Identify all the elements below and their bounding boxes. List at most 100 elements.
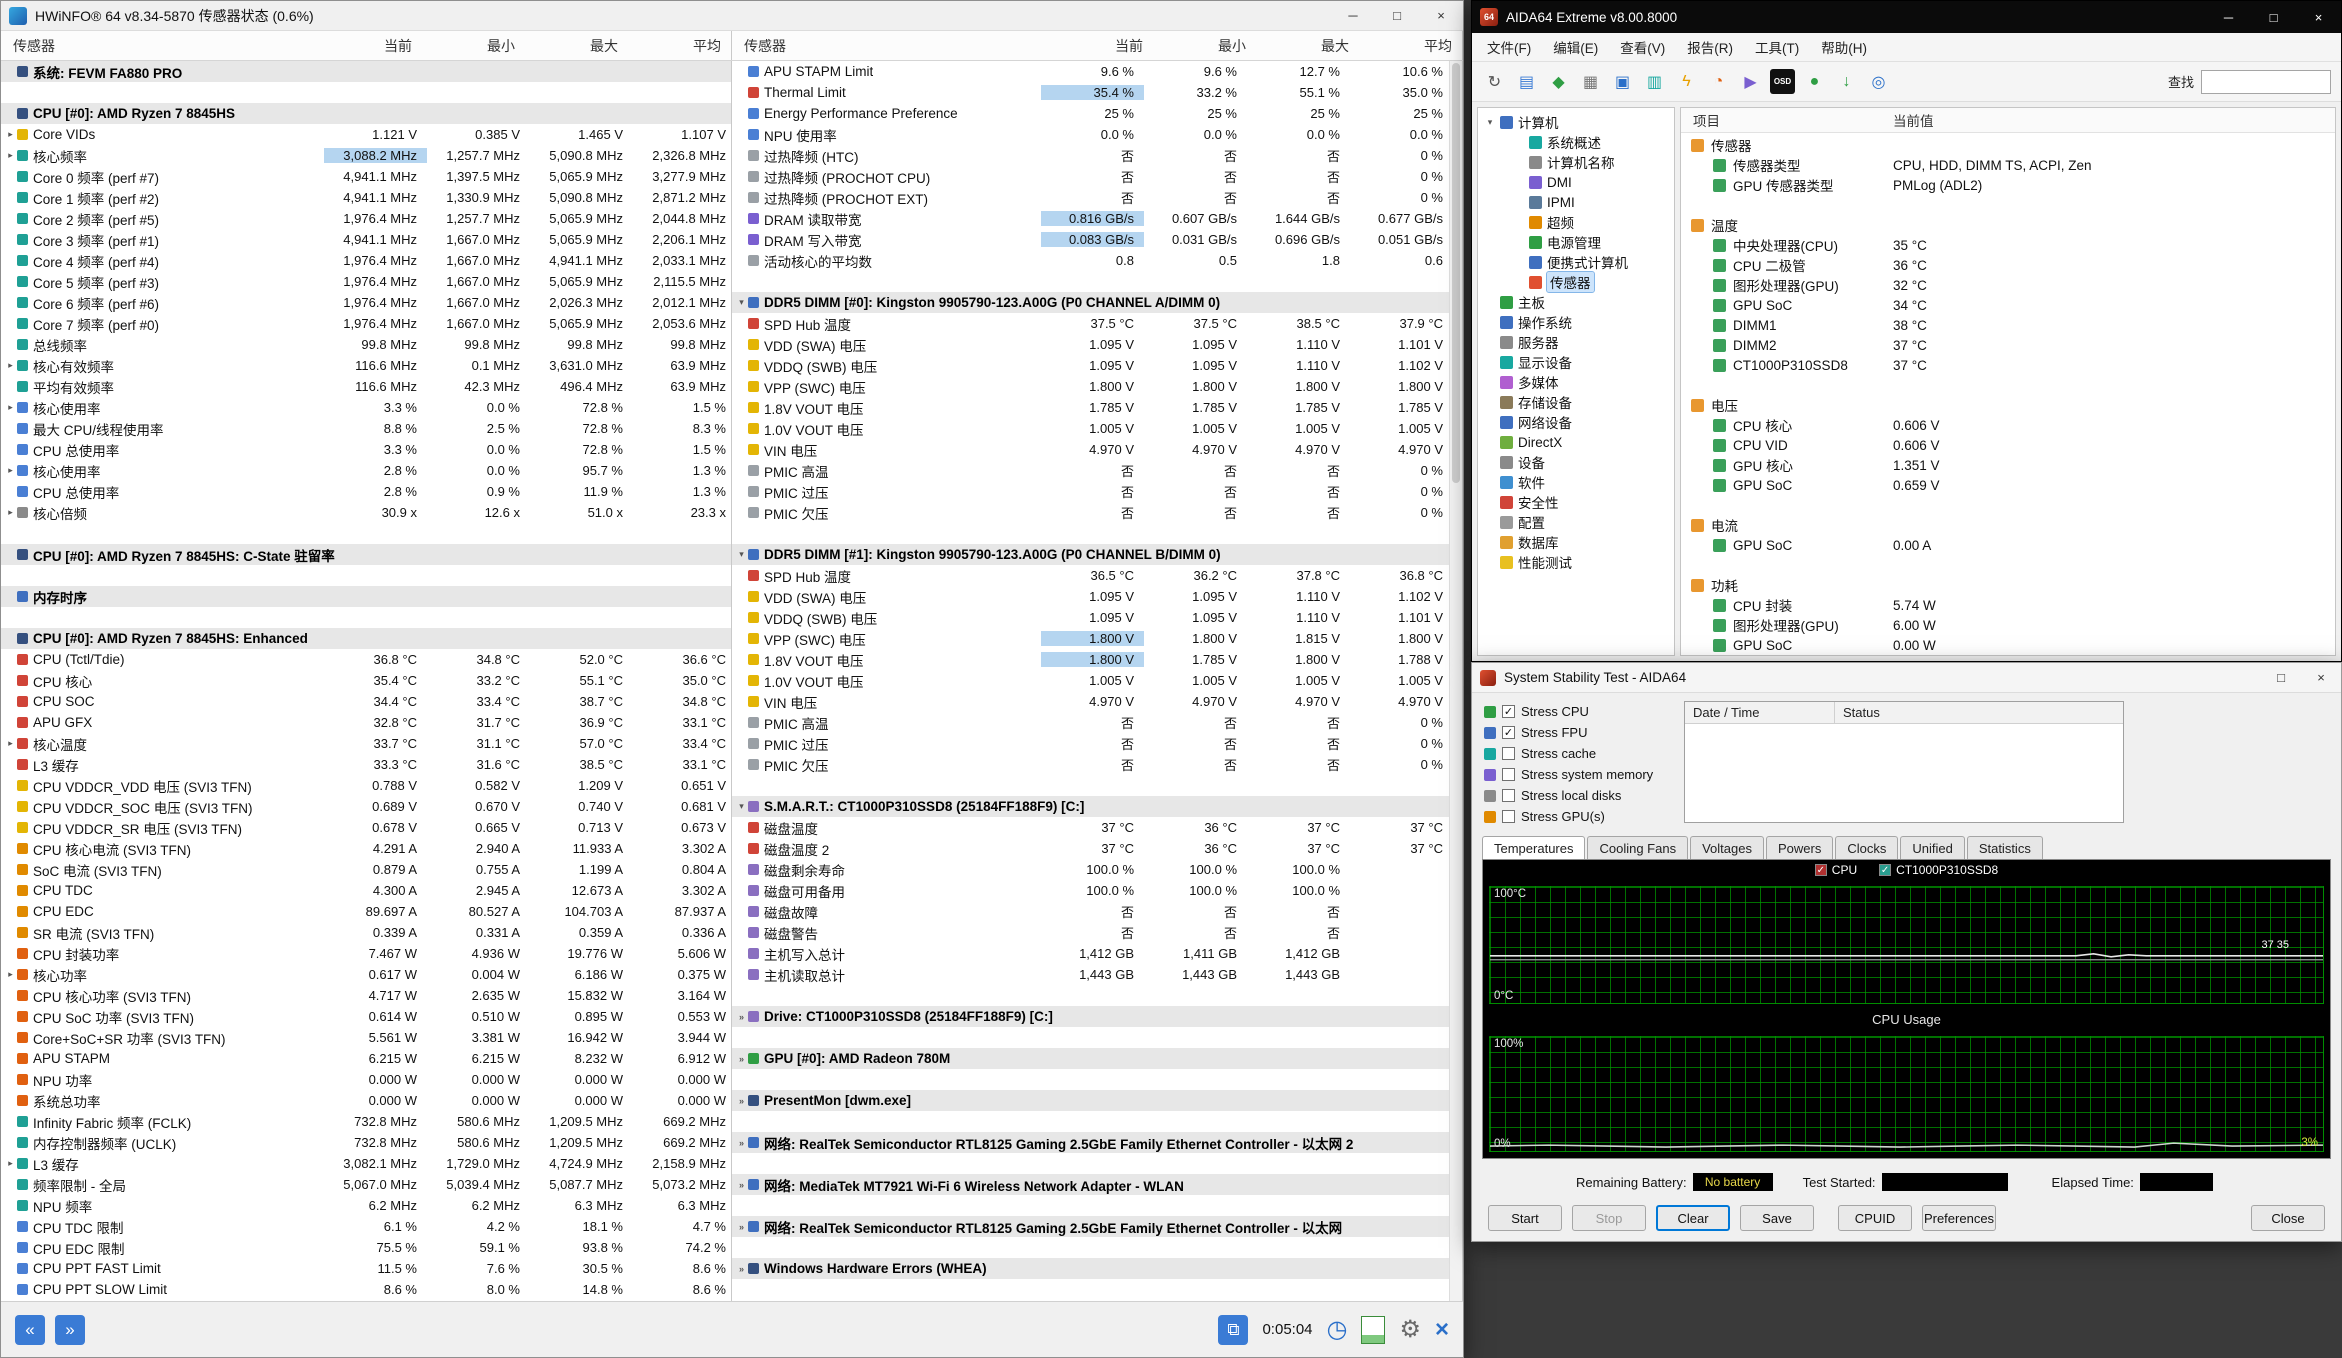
sensor-row[interactable]: CPU 核心电流 (SVI3 TFN) 4.291 A 2.940 A 11.933 … (1, 838, 731, 859)
sensor-row[interactable]: ▸ 核心功率 0.617 W 0.004 W 6.186 W 0.375 W (1, 964, 731, 985)
sensor-row[interactable]: CPU PPT SLOW Limit 8.6 % 8.0 % 14.8 % 8.6 % (1, 1279, 731, 1300)
scrollbar[interactable] (1449, 61, 1462, 1301)
sensor-row[interactable]: Core 0 频率 (perf #7) 4,941.1 MHz 1,397.5 MH… (1, 166, 731, 187)
sensor-row[interactable]: SoC 电流 (SVI3 TFN) 0.879 A 0.755 A 1.199 A 0.… (1, 859, 731, 880)
sensor-section-row[interactable]: ▾ S.M.A.R.T.: CT1000P310SSD8 (25184FF188F… (732, 796, 1462, 817)
clock-icon[interactable]: ◷ (1327, 1317, 1348, 1342)
stress-cache-checkbox[interactable] (1502, 747, 1515, 760)
sensor-row[interactable]: DRAM 读取带宽 0.816 GB/s 0.607 GB/s 1.644 GB/s 0… (732, 208, 1462, 229)
sensor-row[interactable]: 1.0V VOUT 电压 1.005 V 1.005 V 1.005 V 1.005 V (732, 670, 1462, 691)
sensor-row[interactable]: CPU VDDCR_SOC 电压 (SVI3 TFN) 0.689 V 0.670 … (1, 796, 731, 817)
legend-cpu-checkbox[interactable]: ✓ (1814, 864, 1827, 876)
tree-item-computer[interactable]: ▾ 计算机 (1478, 112, 1674, 132)
tree-item-sensor[interactable]: 传感器 (1478, 271, 1674, 293)
sensor-row[interactable]: PMIC 高温 否 否 否 0 % (732, 712, 1462, 733)
sensor-row[interactable]: Core 7 频率 (perf #0) 1,976.4 MHz 1,667.0 MH… (1, 313, 731, 334)
sensor-row[interactable]: CPU 核心 35.4 °C 33.2 °C 55.1 °C 35.0 °C (1, 670, 731, 691)
maximize-button[interactable]: □ (2261, 663, 2301, 692)
sensor-row[interactable]: 主机写入总计 1,412 GB 1,411 GB 1,412 GB (732, 943, 1462, 964)
sensor-row[interactable]: ▸ 核心使用率 3.3 % 0.0 % 72.8 % 1.5 % (1, 397, 731, 418)
legend-ct1000p310ssd8-checkbox[interactable]: ✓ (1879, 864, 1892, 876)
table-header-status[interactable]: Status (1835, 705, 1880, 720)
expand-icon[interactable]: » (735, 1012, 748, 1022)
search-icon[interactable]: ◎ (1866, 69, 1891, 94)
tree-item-os[interactable]: 操作系统 (1478, 312, 1674, 332)
sensor-row[interactable]: PMIC 欠压 否 否 否 0 % (732, 502, 1462, 523)
sensor-row[interactable]: Core 4 频率 (perf #4) 1,976.4 MHz 1,667.0 MH… (1, 250, 731, 271)
sensor-section-row[interactable]: 内存时序 (1, 586, 731, 607)
stress-disks-checkbox[interactable] (1502, 789, 1515, 802)
sensor-row[interactable]: 过热降频 (PROCHOT CPU) 否 否 否 0 % (732, 166, 1462, 187)
column-header-maximum[interactable]: 最大 (525, 36, 628, 56)
content-group-row[interactable]: 传感器 (1681, 135, 2335, 155)
expand-icon[interactable]: » (735, 1054, 748, 1064)
arrows-right-icon[interactable]: » (55, 1314, 85, 1345)
sensor-row[interactable]: VDD (SWA) 电压 1.095 V 1.095 V 1.110 V 1.101 V (732, 334, 1462, 355)
sensor-row[interactable]: APU STAPM 6.215 W 6.215 W 8.232 W 6.912 W (1, 1048, 731, 1069)
column-header-current[interactable]: 当前 (319, 36, 422, 56)
expand-icon[interactable]: ▸ (4, 969, 17, 980)
sensor-row[interactable]: VDD (SWA) 电压 1.095 V 1.095 V 1.110 V 1.102 V (732, 586, 1462, 607)
tab-powers[interactable]: Powers (1765, 836, 1834, 859)
stress-cpu-checkbox[interactable]: ✓ (1502, 705, 1515, 718)
content-group-row[interactable]: 温度 (1681, 215, 2335, 235)
content-item-row[interactable]: GPU 核心 1.351 V (1681, 455, 2335, 475)
monitor-icon[interactable]: ▣ (1610, 69, 1635, 94)
sensor-row[interactable]: 主机读取总计 1,443 GB 1,443 GB 1,443 GB (732, 964, 1462, 985)
start-button[interactable]: Start (1488, 1205, 1562, 1231)
sensor-row[interactable]: 活动核心的平均数 0.8 0.5 1.8 0.6 (732, 250, 1462, 271)
content-item-row[interactable]: GPU SoC 0.00 A (1681, 535, 2335, 555)
tree-item-server[interactable]: 服务器 (1478, 332, 1674, 352)
sensor-row[interactable]: 最大 CPU/线程使用率 8.8 % 2.5 % 72.8 % 8.3 % (1, 418, 731, 439)
sensor-section-row[interactable]: ▾ DDR5 DIMM [#1]: Kingston 9905790-123.A0… (732, 544, 1462, 565)
close-button[interactable]: Close (2251, 1205, 2325, 1231)
sensor-row[interactable]: CPU 封装功率 7.467 W 4.936 W 19.776 W 5.606 W (1, 943, 731, 964)
benchmark-icon[interactable]: ϟ (1674, 69, 1699, 94)
minimize-button[interactable]: ─ (2206, 1, 2251, 33)
devices-icon[interactable]: ▦ (1578, 69, 1603, 94)
expand-icon[interactable]: ▸ (4, 129, 17, 140)
stress-memory-checkbox[interactable] (1502, 768, 1515, 781)
content-item-row[interactable]: CPU 封装 5.74 W (1681, 595, 2335, 615)
search-input[interactable] (2201, 69, 2331, 94)
tab-voltages[interactable]: Voltages (1690, 836, 1764, 859)
column-header-sensor[interactable]: 传感器 (1, 36, 319, 56)
sensor-row[interactable]: VDDQ (SWB) 电压 1.095 V 1.095 V 1.110 V 1.101 … (732, 607, 1462, 628)
sensor-row[interactable]: CPU TDC 4.300 A 2.945 A 12.673 A 3.302 A (1, 880, 731, 901)
windows-icon[interactable]: ⧉ (1218, 1314, 1249, 1345)
preferences-button[interactable]: Preferences (1922, 1205, 1996, 1231)
sensor-row[interactable]: VIN 电压 4.970 V 4.970 V 4.970 V 4.970 V (732, 439, 1462, 460)
sensor-row[interactable]: 内存控制器频率 (UCLK) 732.8 MHz 580.6 MHz 1,209.5 … (1, 1132, 731, 1153)
sensor-row[interactable]: PMIC 欠压 否 否 否 0 % (732, 754, 1462, 775)
sensor-row[interactable]: PMIC 过压 否 否 否 0 % (732, 733, 1462, 754)
expand-icon[interactable]: ▸ (4, 507, 17, 518)
minimize-button[interactable]: ─ (1331, 1, 1375, 30)
sensor-panel-icon[interactable]: ● (1802, 69, 1827, 94)
sensor-row[interactable]: Core 5 频率 (perf #3) 1,976.4 MHz 1,667.0 MH… (1, 271, 731, 292)
fps-icon[interactable]: ▶ (1738, 69, 1763, 94)
column-header-average[interactable]: 平均 (628, 36, 731, 56)
osd-icon[interactable]: OSD (1770, 69, 1795, 94)
sensor-row[interactable]: 磁盘可用备用 100.0 % 100.0 % 100.0 % (732, 880, 1462, 901)
tree-item-laptop[interactable]: 便携式计算机 (1478, 252, 1674, 272)
hwinfo-titlebar[interactable]: HWiNFO® 64 v8.34-5870 传感器状态 (0.6%) ─ □ × (1, 1, 1463, 31)
sensor-row[interactable]: 1.0V VOUT 电压 1.005 V 1.005 V 1.005 V 1.005 V (732, 418, 1462, 439)
sensor-row[interactable]: CPU (Tctl/Tdie) 36.8 °C 34.8 °C 52.0 °C 36.6… (1, 649, 731, 670)
expand-icon[interactable]: » (735, 1264, 748, 1274)
content-item-row[interactable]: DIMM1 38 °C (1681, 315, 2335, 335)
sensor-row[interactable]: PMIC 过压 否 否 否 0 % (732, 481, 1462, 502)
content-item-row[interactable]: DIMM2 37 °C (1681, 335, 2335, 355)
arrows-left-icon[interactable]: « (15, 1314, 45, 1345)
menu-r[interactable]: 报告(R) (1676, 33, 1744, 61)
scrollbar-thumb[interactable] (1452, 63, 1460, 483)
sensor-row[interactable]: CPU TDC 限制 6.1 % 4.2 % 18.1 % 4.7 % (1, 1216, 731, 1237)
column-header-current[interactable]: 当前 (1050, 36, 1153, 56)
content-item-row[interactable]: CPU VID 0.606 V (1681, 435, 2335, 455)
chart-icon[interactable]: ▥ (1642, 69, 1667, 94)
sensor-row[interactable]: 1.8V VOUT 电压 1.785 V 1.785 V 1.785 V 1.785 V (732, 397, 1462, 418)
sensor-row[interactable]: 系统总功率 0.000 W 0.000 W 0.000 W 0.000 W (1, 1090, 731, 1111)
content-item-row[interactable]: 传感器类型 CPU, HDD, DIMM TS, ACPI, Zen (1681, 155, 2335, 175)
sensor-section-row[interactable]: CPU [#0]: AMD Ryzen 7 8845HS (1, 103, 731, 124)
content-item-row[interactable]: CPU 核心 0.606 V (1681, 415, 2335, 435)
tree-item-display[interactable]: 显示设备 (1478, 352, 1674, 372)
